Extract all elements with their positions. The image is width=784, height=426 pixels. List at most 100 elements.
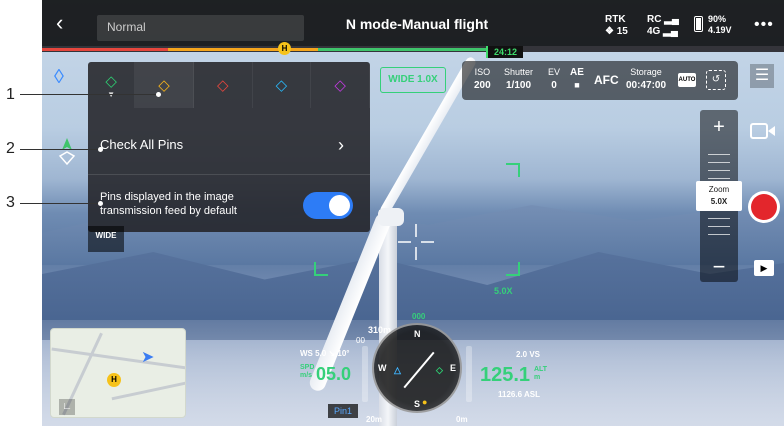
camera-view: ‹ Normal N mode-Manual flight RTK ❖ 15 R…	[42, 0, 784, 426]
zoom-out-button[interactable]: −	[700, 254, 738, 280]
battery-percent: 90%	[708, 14, 727, 24]
compass-n: N	[414, 329, 421, 339]
more-icon[interactable]: •••	[754, 16, 774, 34]
rtk-status[interactable]: RTK ❖ 15	[605, 14, 628, 38]
compass-s: S	[414, 399, 421, 409]
playback-icon[interactable]: ▶	[754, 260, 774, 276]
callout-3: 3	[6, 194, 15, 211]
timeline-red	[42, 48, 168, 51]
map-road	[51, 347, 185, 370]
shutter-value: 1/100	[506, 80, 532, 91]
flight-mode-selector[interactable]: Normal	[97, 15, 304, 41]
battery-voltage: 4.19V	[708, 25, 732, 35]
gimbal-icon: ↺	[706, 70, 726, 90]
auto-camera-icon: AUTO	[678, 73, 696, 87]
rc-label: RC	[647, 14, 662, 25]
pin-panel: ◇ ▼ ◇ ◇ ◇ ◇ Check All Pins › Pins displa…	[88, 62, 370, 232]
battery-status[interactable]: 90% 4.19V	[708, 14, 732, 36]
pins-display-label: Pins displayed in the image transmission…	[100, 191, 237, 217]
signal-bars-icon: ▂▄	[663, 26, 678, 37]
back-icon[interactable]: ‹	[56, 12, 78, 34]
zoom-value: 5.0X	[710, 197, 728, 206]
asl-altitude: 1126.6 ASL	[498, 390, 540, 399]
pin-label[interactable]: Pin1	[328, 404, 359, 418]
storage-label: Storage	[630, 67, 662, 77]
callout-line-1	[20, 94, 158, 95]
top-bar: ‹ Normal N mode-Manual flight RTK ❖ 15 R…	[42, 0, 784, 46]
expand-map-icon[interactable]: ∟	[59, 399, 75, 415]
pin-color-red[interactable]: ◇	[194, 62, 253, 108]
pin-distance-right: 0m	[456, 415, 468, 424]
focus-bracket	[506, 262, 520, 276]
callout-dot-1	[156, 92, 161, 97]
pin-marker-icon: ◇	[436, 365, 443, 375]
altitude-value: 125.1	[480, 364, 531, 386]
heading-readout: 000	[412, 312, 426, 321]
pin-color-blue[interactable]: ◇	[253, 62, 312, 108]
speed-scale	[362, 346, 368, 402]
vertical-speed: 2.0 VS	[516, 350, 541, 359]
pin-color-purple[interactable]: ◇	[311, 62, 370, 108]
pin-color-yellow[interactable]: ◇	[135, 62, 194, 108]
pins-display-toggle[interactable]	[303, 192, 353, 219]
altitude-unit-label: ALT	[534, 366, 548, 373]
compass-e: E	[450, 363, 457, 373]
lens-badge[interactable]: WIDE 1.0X	[380, 67, 446, 93]
home-point-marker: H	[107, 373, 121, 387]
altitude-unit: ALT m	[534, 366, 547, 382]
callout-1: 1	[6, 86, 15, 103]
remaining-time: 24:12	[486, 46, 524, 58]
page-title: N mode-Manual flight	[345, 16, 489, 32]
home-marker-icon: ●	[422, 397, 428, 407]
zoom-label: Zoom	[708, 185, 730, 194]
divider	[88, 174, 370, 175]
minimap[interactable]: H ➤ ∟	[50, 328, 186, 418]
iso-value: 200	[474, 80, 491, 91]
network-label: 4G	[647, 26, 661, 37]
callout-dot-3	[98, 201, 103, 206]
callout-2: 2	[6, 140, 15, 157]
zoom-overlay-label: 5.0X	[494, 286, 513, 296]
pin-marker-icon: △	[394, 365, 401, 375]
pin-red-icon: ◇	[216, 77, 229, 94]
rtk-label: RTK	[605, 14, 626, 25]
signal-bars-icon: ▂▄	[664, 14, 680, 25]
pin-yellow-icon: ◇	[158, 77, 170, 94]
rc-signal[interactable]: RC ▂▄ 4G ▂▄	[647, 14, 679, 38]
lock-icon: ■	[574, 80, 580, 90]
wind-direction: 10	[337, 349, 347, 358]
zoom-in-button[interactable]: +	[700, 116, 738, 139]
battery-icon	[694, 16, 703, 32]
focus-mode: AFC	[594, 73, 619, 87]
rtk-sats: 15	[616, 26, 628, 37]
speed-unit-label: SPD	[300, 364, 315, 371]
timeline-orange	[168, 48, 318, 51]
focus-bracket	[314, 262, 328, 276]
timeline-green	[318, 48, 488, 51]
speed-unit-mps: m/s	[300, 372, 313, 379]
check-all-pins-button[interactable]: Check All Pins ›	[88, 130, 370, 160]
camera-settings-panel[interactable]: ISO 200 Shutter 1/100 EV 0 AE ■ AFC Storage 0…	[462, 61, 738, 100]
pin-blue-icon: ◇	[275, 77, 288, 94]
check-all-pins-label: Check All Pins	[100, 137, 184, 152]
settings-sliders-icon[interactable]: ☰	[750, 64, 774, 88]
aircraft-pin-icon[interactable]	[54, 134, 80, 168]
compass-w: W	[378, 363, 387, 373]
storage-value: 00:47:00	[626, 80, 667, 91]
crosshair-icon	[398, 224, 434, 260]
callout-line-3	[20, 203, 100, 204]
home-distance-readout: 00	[356, 336, 365, 345]
wind-speed-value: WS 5.0	[300, 349, 327, 358]
pin-color-row: ◇ ▼ ◇ ◇ ◇ ◇	[88, 62, 370, 108]
iso-label: ISO	[474, 67, 491, 77]
focus-bracket	[506, 163, 520, 177]
record-button[interactable]	[748, 191, 780, 223]
wide-lens-tab[interactable]: WIDE	[88, 226, 124, 252]
zoom-indicator[interactable]: Zoom 5.0X	[696, 181, 742, 211]
pin-color-current[interactable]: ◇ ▼	[88, 62, 136, 108]
ev-label: EV	[548, 67, 561, 77]
satellite-icon: ❖	[605, 26, 614, 37]
pin-icon[interactable]: ◊	[54, 66, 64, 89]
ae-label: AE	[570, 67, 584, 78]
video-mode-icon[interactable]	[750, 122, 776, 140]
